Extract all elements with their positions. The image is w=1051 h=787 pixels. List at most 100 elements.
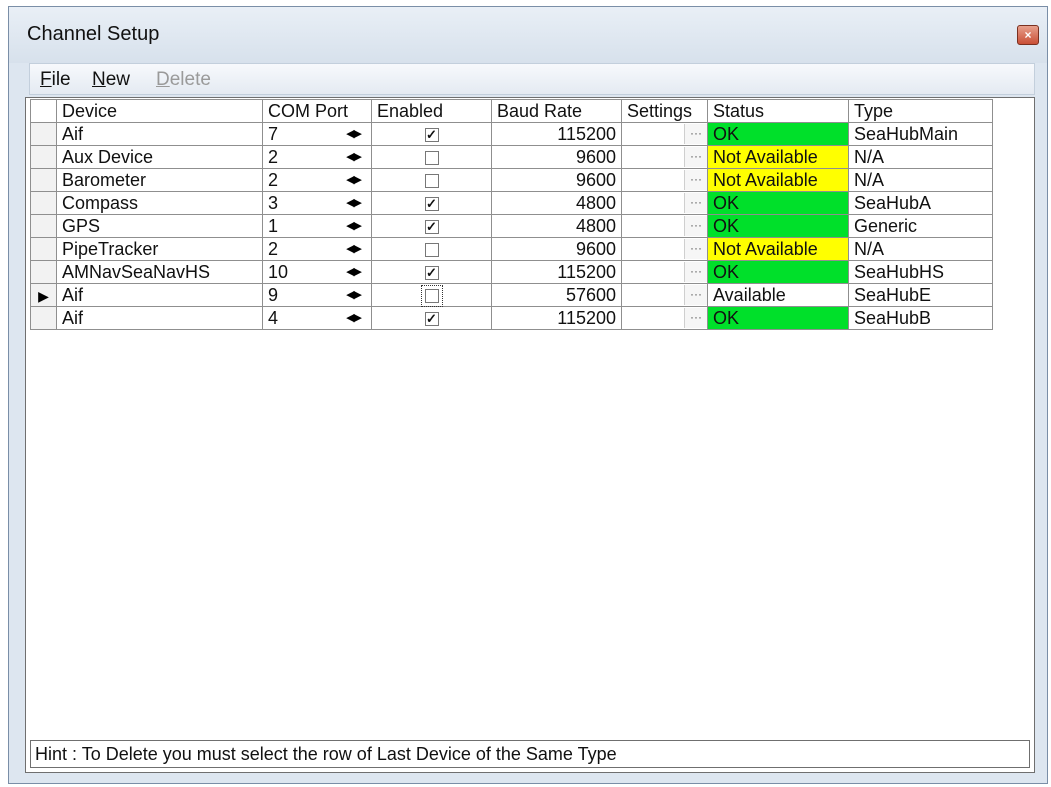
- table-row[interactable]: ▶ Aif 9 ◀▶ 57600 ··· Available SeaHubE: [30, 283, 993, 307]
- settings-cell[interactable]: ···: [621, 168, 708, 192]
- type-cell[interactable]: SeaHubB: [848, 306, 993, 330]
- enabled-cell[interactable]: [371, 145, 492, 169]
- enabled-checkbox[interactable]: [420, 284, 443, 307]
- type-cell[interactable]: SeaHubE: [848, 283, 993, 307]
- table-row[interactable]: Compass 3 ◀▶ ✓ 4800 ··· OK SeaHubA: [30, 191, 993, 215]
- device-cell[interactable]: Aux Device: [56, 145, 263, 169]
- enabled-cell[interactable]: ✓: [371, 260, 492, 284]
- settings-ellipsis-button[interactable]: ···: [684, 285, 707, 305]
- row-header[interactable]: [30, 237, 57, 261]
- baud-rate-cell[interactable]: 4800: [491, 214, 622, 238]
- baud-rate-cell[interactable]: 115200: [491, 122, 622, 146]
- column-header-baud-rate[interactable]: Baud Rate: [491, 99, 622, 123]
- row-header[interactable]: [30, 214, 57, 238]
- baud-rate-cell[interactable]: 9600: [491, 168, 622, 192]
- settings-ellipsis-button[interactable]: ···: [684, 193, 707, 213]
- com-port-cell[interactable]: 7 ◀▶: [262, 122, 372, 146]
- settings-cell[interactable]: ···: [621, 237, 708, 261]
- column-header-com-port[interactable]: COM Port: [262, 99, 372, 123]
- close-button[interactable]: ×: [1017, 25, 1039, 45]
- spin-arrows-icon[interactable]: ◀▶: [346, 288, 362, 301]
- device-cell[interactable]: Compass: [56, 191, 263, 215]
- baud-rate-cell[interactable]: 9600: [491, 145, 622, 169]
- column-header-type[interactable]: Type: [848, 99, 993, 123]
- table-row[interactable]: Barometer 2 ◀▶ 9600 ··· Not Available N/A: [30, 168, 993, 192]
- baud-rate-cell[interactable]: 4800: [491, 191, 622, 215]
- table-row[interactable]: AMNavSeaNavHS 10 ◀▶ ✓ 115200 ··· OK SeaHubHS: [30, 260, 993, 284]
- com-port-cell[interactable]: 2 ◀▶: [262, 145, 372, 169]
- table-row[interactable]: PipeTracker 2 ◀▶ 9600 ··· Not Available N/A: [30, 237, 993, 261]
- column-header-device[interactable]: Device: [56, 99, 263, 123]
- row-header[interactable]: [30, 168, 57, 192]
- com-port-cell[interactable]: 3 ◀▶: [262, 191, 372, 215]
- settings-cell[interactable]: ···: [621, 145, 708, 169]
- baud-rate-cell[interactable]: 115200: [491, 260, 622, 284]
- table-row[interactable]: Aif 7 ◀▶ ✓ 115200 ··· OK SeaHubMain: [30, 122, 993, 146]
- settings-cell[interactable]: ···: [621, 122, 708, 146]
- enabled-checkbox[interactable]: ✓: [424, 196, 439, 211]
- enabled-cell[interactable]: [371, 237, 492, 261]
- type-cell[interactable]: SeaHubMain: [848, 122, 993, 146]
- enabled-checkbox[interactable]: ✓: [424, 219, 439, 234]
- settings-ellipsis-button[interactable]: ···: [684, 147, 707, 167]
- enabled-cell[interactable]: [371, 283, 492, 307]
- enabled-checkbox[interactable]: ✓: [424, 265, 439, 280]
- settings-cell[interactable]: ···: [621, 214, 708, 238]
- baud-rate-cell[interactable]: 9600: [491, 237, 622, 261]
- type-cell[interactable]: SeaHubA: [848, 191, 993, 215]
- settings-cell[interactable]: ···: [621, 260, 708, 284]
- baud-rate-cell[interactable]: 57600: [491, 283, 622, 307]
- spin-arrows-icon[interactable]: ◀▶: [346, 173, 362, 186]
- spin-arrows-icon[interactable]: ◀▶: [346, 242, 362, 255]
- column-header-settings[interactable]: Settings: [621, 99, 708, 123]
- row-header[interactable]: [30, 191, 57, 215]
- settings-cell[interactable]: ···: [621, 306, 708, 330]
- type-cell[interactable]: N/A: [848, 237, 993, 261]
- type-cell[interactable]: N/A: [848, 168, 993, 192]
- enabled-checkbox[interactable]: ✓: [424, 127, 439, 142]
- com-port-cell[interactable]: 9 ◀▶: [262, 283, 372, 307]
- settings-ellipsis-button[interactable]: ···: [684, 170, 707, 190]
- spin-arrows-icon[interactable]: ◀▶: [346, 196, 362, 209]
- type-cell[interactable]: N/A: [848, 145, 993, 169]
- type-cell[interactable]: Generic: [848, 214, 993, 238]
- com-port-cell[interactable]: 2 ◀▶: [262, 237, 372, 261]
- enabled-checkbox[interactable]: ✓: [424, 311, 439, 326]
- type-cell[interactable]: SeaHubHS: [848, 260, 993, 284]
- row-header[interactable]: ▶: [30, 283, 57, 307]
- enabled-cell[interactable]: ✓: [371, 191, 492, 215]
- spin-arrows-icon[interactable]: ◀▶: [346, 219, 362, 232]
- menu-file[interactable]: File: [40, 69, 71, 91]
- table-row[interactable]: Aux Device 2 ◀▶ 9600 ··· Not Available N/A: [30, 145, 993, 169]
- enabled-checkbox[interactable]: [424, 242, 439, 257]
- com-port-cell[interactable]: 4 ◀▶: [262, 306, 372, 330]
- row-header[interactable]: [30, 145, 57, 169]
- spin-arrows-icon[interactable]: ◀▶: [346, 311, 362, 324]
- column-header-status[interactable]: Status: [707, 99, 849, 123]
- com-port-cell[interactable]: 1 ◀▶: [262, 214, 372, 238]
- spin-arrows-icon[interactable]: ◀▶: [346, 150, 362, 163]
- enabled-cell[interactable]: [371, 168, 492, 192]
- device-cell[interactable]: Aif: [56, 122, 263, 146]
- device-cell[interactable]: PipeTracker: [56, 237, 263, 261]
- column-header-enabled[interactable]: Enabled: [371, 99, 492, 123]
- settings-ellipsis-button[interactable]: ···: [684, 239, 707, 259]
- settings-ellipsis-button[interactable]: ···: [684, 262, 707, 282]
- com-port-cell[interactable]: 10 ◀▶: [262, 260, 372, 284]
- enabled-checkbox[interactable]: [424, 150, 439, 165]
- table-row[interactable]: GPS 1 ◀▶ ✓ 4800 ··· OK Generic: [30, 214, 993, 238]
- device-cell[interactable]: GPS: [56, 214, 263, 238]
- enabled-checkbox[interactable]: [424, 173, 439, 188]
- spin-arrows-icon[interactable]: ◀▶: [346, 265, 362, 278]
- spin-arrows-icon[interactable]: ◀▶: [346, 127, 362, 140]
- row-header[interactable]: [30, 260, 57, 284]
- settings-ellipsis-button[interactable]: ···: [684, 124, 707, 144]
- com-port-cell[interactable]: 2 ◀▶: [262, 168, 372, 192]
- settings-cell[interactable]: ···: [621, 283, 708, 307]
- device-cell[interactable]: Barometer: [56, 168, 263, 192]
- settings-ellipsis-button[interactable]: ···: [684, 216, 707, 236]
- device-cell[interactable]: Aif: [56, 306, 263, 330]
- row-header[interactable]: [30, 122, 57, 146]
- menu-new[interactable]: New: [92, 69, 130, 91]
- baud-rate-cell[interactable]: 115200: [491, 306, 622, 330]
